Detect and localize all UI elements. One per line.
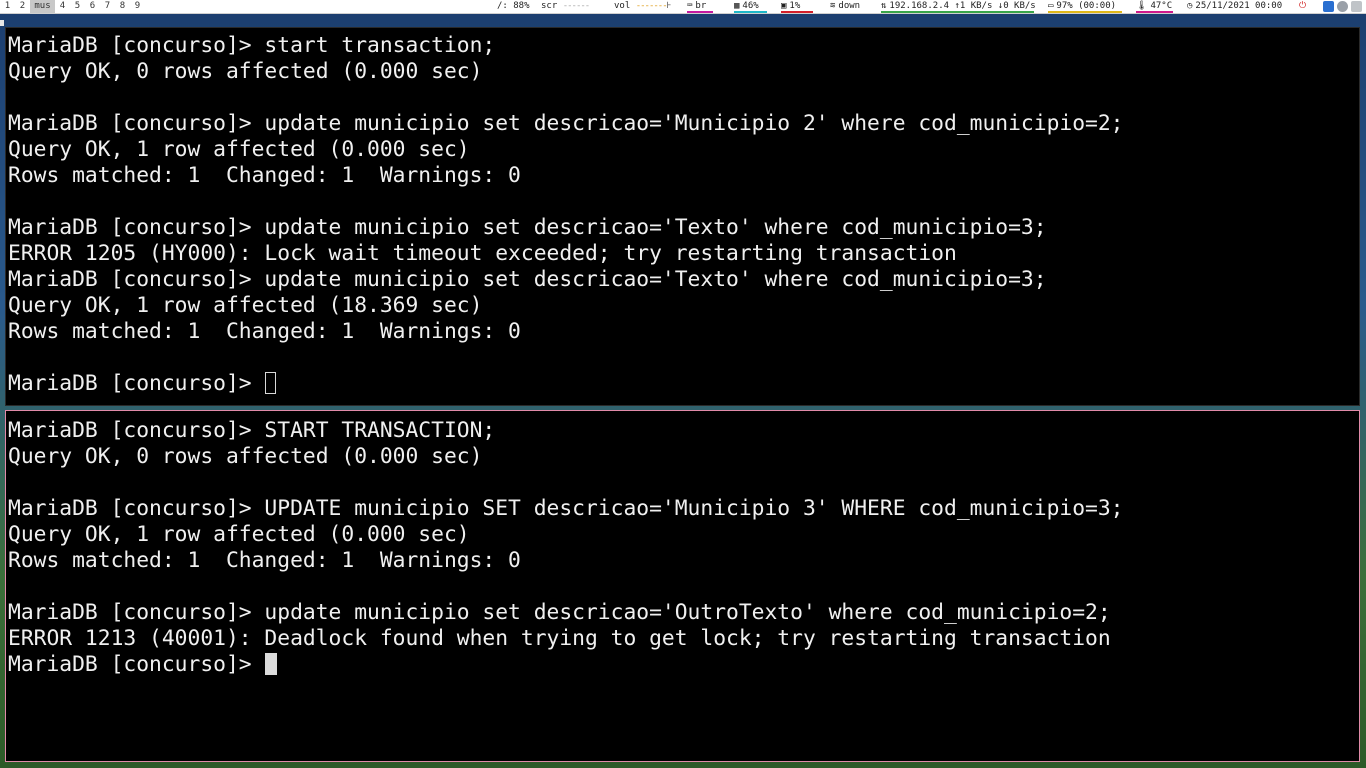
workspace-4[interactable]: 4 [55, 0, 70, 13]
battery-icon: ▭ [1048, 1, 1054, 11]
terminal-prompt-line[interactable]: MariaDB [concurso]> [8, 371, 277, 397]
terminal-pane-bottom[interactable]: MariaDB [concurso]> START TRANSACTION; Q… [5, 410, 1360, 762]
terminal-pane-top[interactable]: MariaDB [concurso]> start transaction; Q… [5, 27, 1360, 406]
keyboard-icon: ⌨ [687, 1, 693, 11]
temperature-underline [1136, 11, 1173, 13]
settings-tray-icon[interactable] [1337, 1, 1348, 12]
terminal-line: Query OK, 1 row affected (0.000 sec) [8, 137, 470, 162]
cpu-indicator: ▣ 1% [781, 0, 813, 13]
temperature-value: 47°C [1150, 1, 1173, 11]
desktop-edge-mark [0, 20, 4, 26]
terminal-line: MariaDB [concurso]> UPDATE municipio SET… [8, 496, 1124, 521]
brightness-indicator: /: 88% [497, 1, 530, 11]
terminal-line: Query OK, 0 rows affected (0.000 sec) [8, 59, 483, 84]
network-underline [881, 11, 1034, 13]
screen-label: scr [541, 1, 558, 11]
workspace-6[interactable]: 6 [85, 0, 100, 13]
prompt-text: MariaDB [concurso]> [8, 652, 265, 677]
terminal-line: MariaDB [concurso]> update municipio set… [8, 267, 1047, 292]
terminal-line: MariaDB [concurso]> START TRANSACTION; [8, 418, 496, 443]
network-icon: ⇅ [881, 1, 887, 11]
temperature-indicator: 🌡 47°C [1136, 0, 1173, 13]
cpu-underline [781, 11, 813, 13]
workspace-mus[interactable]: mus [30, 0, 55, 13]
workspace-8[interactable]: 8 [115, 0, 130, 13]
terminal-line: ERROR 1205 (HY000): Lock wait timeout ex… [8, 241, 957, 266]
prompt-text: MariaDB [concurso]> [8, 371, 265, 396]
bluetooth-icon[interactable] [1323, 1, 1334, 12]
network-value: 192.168.2.4 ↑1 KB/s ↓0 KB/s [889, 1, 1036, 11]
memory-value: 46% [742, 1, 759, 11]
memory-underline [734, 11, 767, 13]
screen-bar-icon: ------ [562, 1, 590, 11]
clock-indicator[interactable]: ◷ 25/11/2021 00:00 [1187, 0, 1282, 13]
terminal-line: Query OK, 1 row affected (18.369 sec) [8, 293, 483, 318]
battery-indicator: ▭ 97% (00:00) [1048, 0, 1122, 13]
cpu-icon: ▣ [781, 1, 787, 11]
terminal-line: MariaDB [concurso]> start transaction; [8, 33, 496, 58]
clock-icon: ◷ [1187, 1, 1193, 11]
keyboard-layout-label: br [695, 1, 707, 11]
workspace-7[interactable]: 7 [100, 0, 115, 13]
terminal-line: Rows matched: 1 Changed: 1 Warnings: 0 [8, 163, 521, 188]
workspace-9[interactable]: 9 [130, 0, 145, 13]
memory-indicator: ▦ 46% [734, 0, 767, 13]
terminal-line: Rows matched: 1 Changed: 1 Warnings: 0 [8, 548, 521, 573]
workspace-5[interactable]: 5 [70, 0, 85, 13]
battery-value: 97% (00:00) [1056, 1, 1117, 11]
datetime-value: 25/11/2021 00:00 [1195, 1, 1283, 11]
terminal-line: Query OK, 0 rows affected (0.000 sec) [8, 444, 483, 469]
terminal-prompt-line[interactable]: MariaDB [concurso]> [8, 652, 278, 678]
wifi-status: down [838, 1, 861, 11]
terminal-line: MariaDB [concurso]> update municipio set… [8, 600, 1111, 625]
terminal-line: MariaDB [concurso]> update municipio set… [8, 215, 1047, 240]
keyboard-underline [687, 11, 713, 13]
network-indicator: ⇅ 192.168.2.4 ↑1 KB/s ↓0 KB/s [881, 0, 1036, 13]
cursor-active [265, 653, 278, 675]
cpu-value: 1% [789, 1, 801, 11]
status-bar: 1 2 mus 4 5 6 7 8 9 /: 88% scr ------ vo… [0, 0, 1366, 14]
thermometer-icon: 🌡 [1136, 1, 1148, 11]
memory-icon: ▦ [734, 1, 740, 11]
workspace-2[interactable]: 2 [15, 0, 30, 13]
battery-underline [1048, 11, 1122, 13]
screen-indicator: scr ------ [541, 0, 590, 13]
keyboard-layout-indicator[interactable]: ⌨ br [687, 0, 713, 13]
wifi-indicator[interactable]: ≋ down [830, 0, 860, 13]
terminal-line: Query OK, 1 row affected (0.000 sec) [8, 522, 470, 547]
volume-cap-icon: ⊦ [666, 1, 672, 11]
terminal-line: ERROR 1213 (40001): Deadlock found when … [8, 626, 1111, 651]
volume-bar-icon: ------- [635, 1, 668, 11]
workspace-1[interactable]: 1 [0, 0, 15, 13]
power-icon[interactable]: ⏻ [1299, 0, 1306, 13]
volume-label: vol [614, 1, 631, 11]
volume-indicator[interactable]: vol -------⊦ [614, 0, 671, 13]
app-tray-icon[interactable] [1351, 1, 1362, 12]
terminal-line: MariaDB [concurso]> update municipio set… [8, 111, 1124, 136]
terminal-line: Rows matched: 1 Changed: 1 Warnings: 0 [8, 319, 521, 344]
wifi-icon: ≋ [830, 1, 836, 11]
cursor-inactive [265, 372, 277, 394]
